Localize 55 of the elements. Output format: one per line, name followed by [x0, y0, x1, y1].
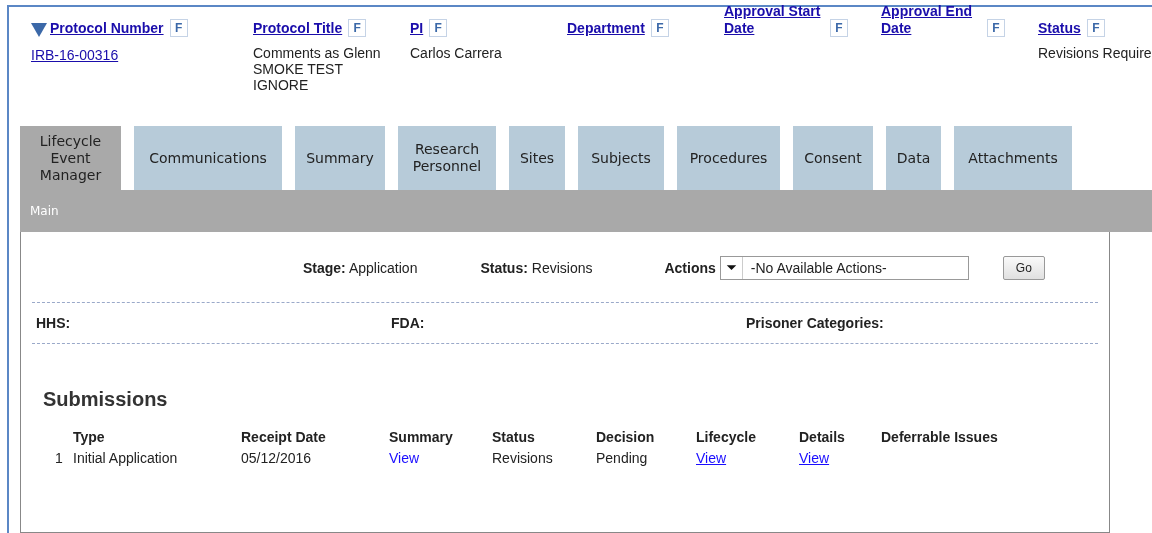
section-title: Submissions: [43, 387, 169, 412]
tab[interactable]: Summary: [295, 126, 385, 190]
column-header-link[interactable]: Protocol Title: [253, 20, 343, 37]
tab[interactable]: Communications: [134, 126, 282, 190]
category-label: Prisoner Categories:: [746, 313, 884, 333]
sort-icon[interactable]: [31, 23, 47, 37]
view-link[interactable]: View: [696, 449, 727, 466]
header-value: Carlos Carrera: [410, 45, 503, 61]
actions-label: Actions: [664, 258, 716, 278]
column-header-link[interactable]: PI: [410, 20, 424, 37]
column-header-link[interactable]: Department: [567, 20, 645, 37]
tab[interactable]: Research Personnel: [398, 126, 496, 190]
table-cell: Revisions: [492, 449, 553, 466]
table-cell: 05/12/2016: [241, 449, 312, 466]
tab[interactable]: Subjects: [578, 126, 664, 190]
filter-button[interactable]: F: [1086, 19, 1105, 37]
status-text: Status: Revisions: [480, 258, 593, 278]
filter-button[interactable]: F: [650, 19, 669, 37]
table-header: Deferrable Issues: [881, 427, 999, 447]
tab[interactable]: Consent: [793, 126, 873, 190]
row-number: 1: [55, 448, 64, 468]
tab[interactable]: Sites: [509, 126, 565, 190]
tab[interactable]: Lifecycle Event Manager: [20, 126, 121, 190]
dropdown-value: -No Available Actions-: [750, 258, 887, 278]
view-link[interactable]: View: [389, 449, 420, 466]
filter-button[interactable]: F: [169, 19, 188, 37]
column-header-link[interactable]: Approval End Date: [881, 3, 981, 37]
tab[interactable]: Data: [886, 126, 941, 190]
column-header-link[interactable]: Status: [1038, 20, 1081, 37]
table-header: Receipt Date: [241, 427, 327, 447]
table-cell: Pending: [596, 449, 648, 466]
stage-text: Stage: Application: [303, 258, 418, 278]
tab[interactable]: Procedures: [677, 126, 780, 190]
table-header: Details: [799, 427, 846, 447]
view-link[interactable]: View: [799, 449, 830, 466]
header-value: Comments as Glenn SMOKE TEST IGNORE: [253, 45, 382, 93]
table-header: Type: [73, 427, 106, 447]
table-header: Summary: [389, 427, 454, 447]
filter-button[interactable]: F: [348, 19, 367, 37]
column-header-link[interactable]: Approval Start Date: [724, 3, 824, 37]
filter-button[interactable]: F: [429, 19, 448, 37]
table-header: Status: [492, 427, 536, 447]
go-button[interactable]: Go: [1002, 256, 1045, 280]
category-label: FDA:: [391, 313, 426, 333]
header-value: Revisions Require: [1038, 45, 1152, 61]
actions-dropdown[interactable]: -No Available Actions-: [719, 256, 969, 280]
tab[interactable]: Attachments: [954, 126, 1072, 190]
record-id-link[interactable]: IRB-16-00316: [31, 45, 119, 66]
filter-button[interactable]: F: [830, 19, 848, 37]
table-header: Decision: [596, 427, 656, 447]
table-cell: Initial Application: [73, 449, 178, 466]
table-header: Lifecycle: [696, 427, 757, 447]
filter-button[interactable]: F: [987, 19, 1005, 37]
column-header-link[interactable]: Protocol Number: [31, 20, 164, 37]
category-label: HHS:: [36, 313, 72, 333]
